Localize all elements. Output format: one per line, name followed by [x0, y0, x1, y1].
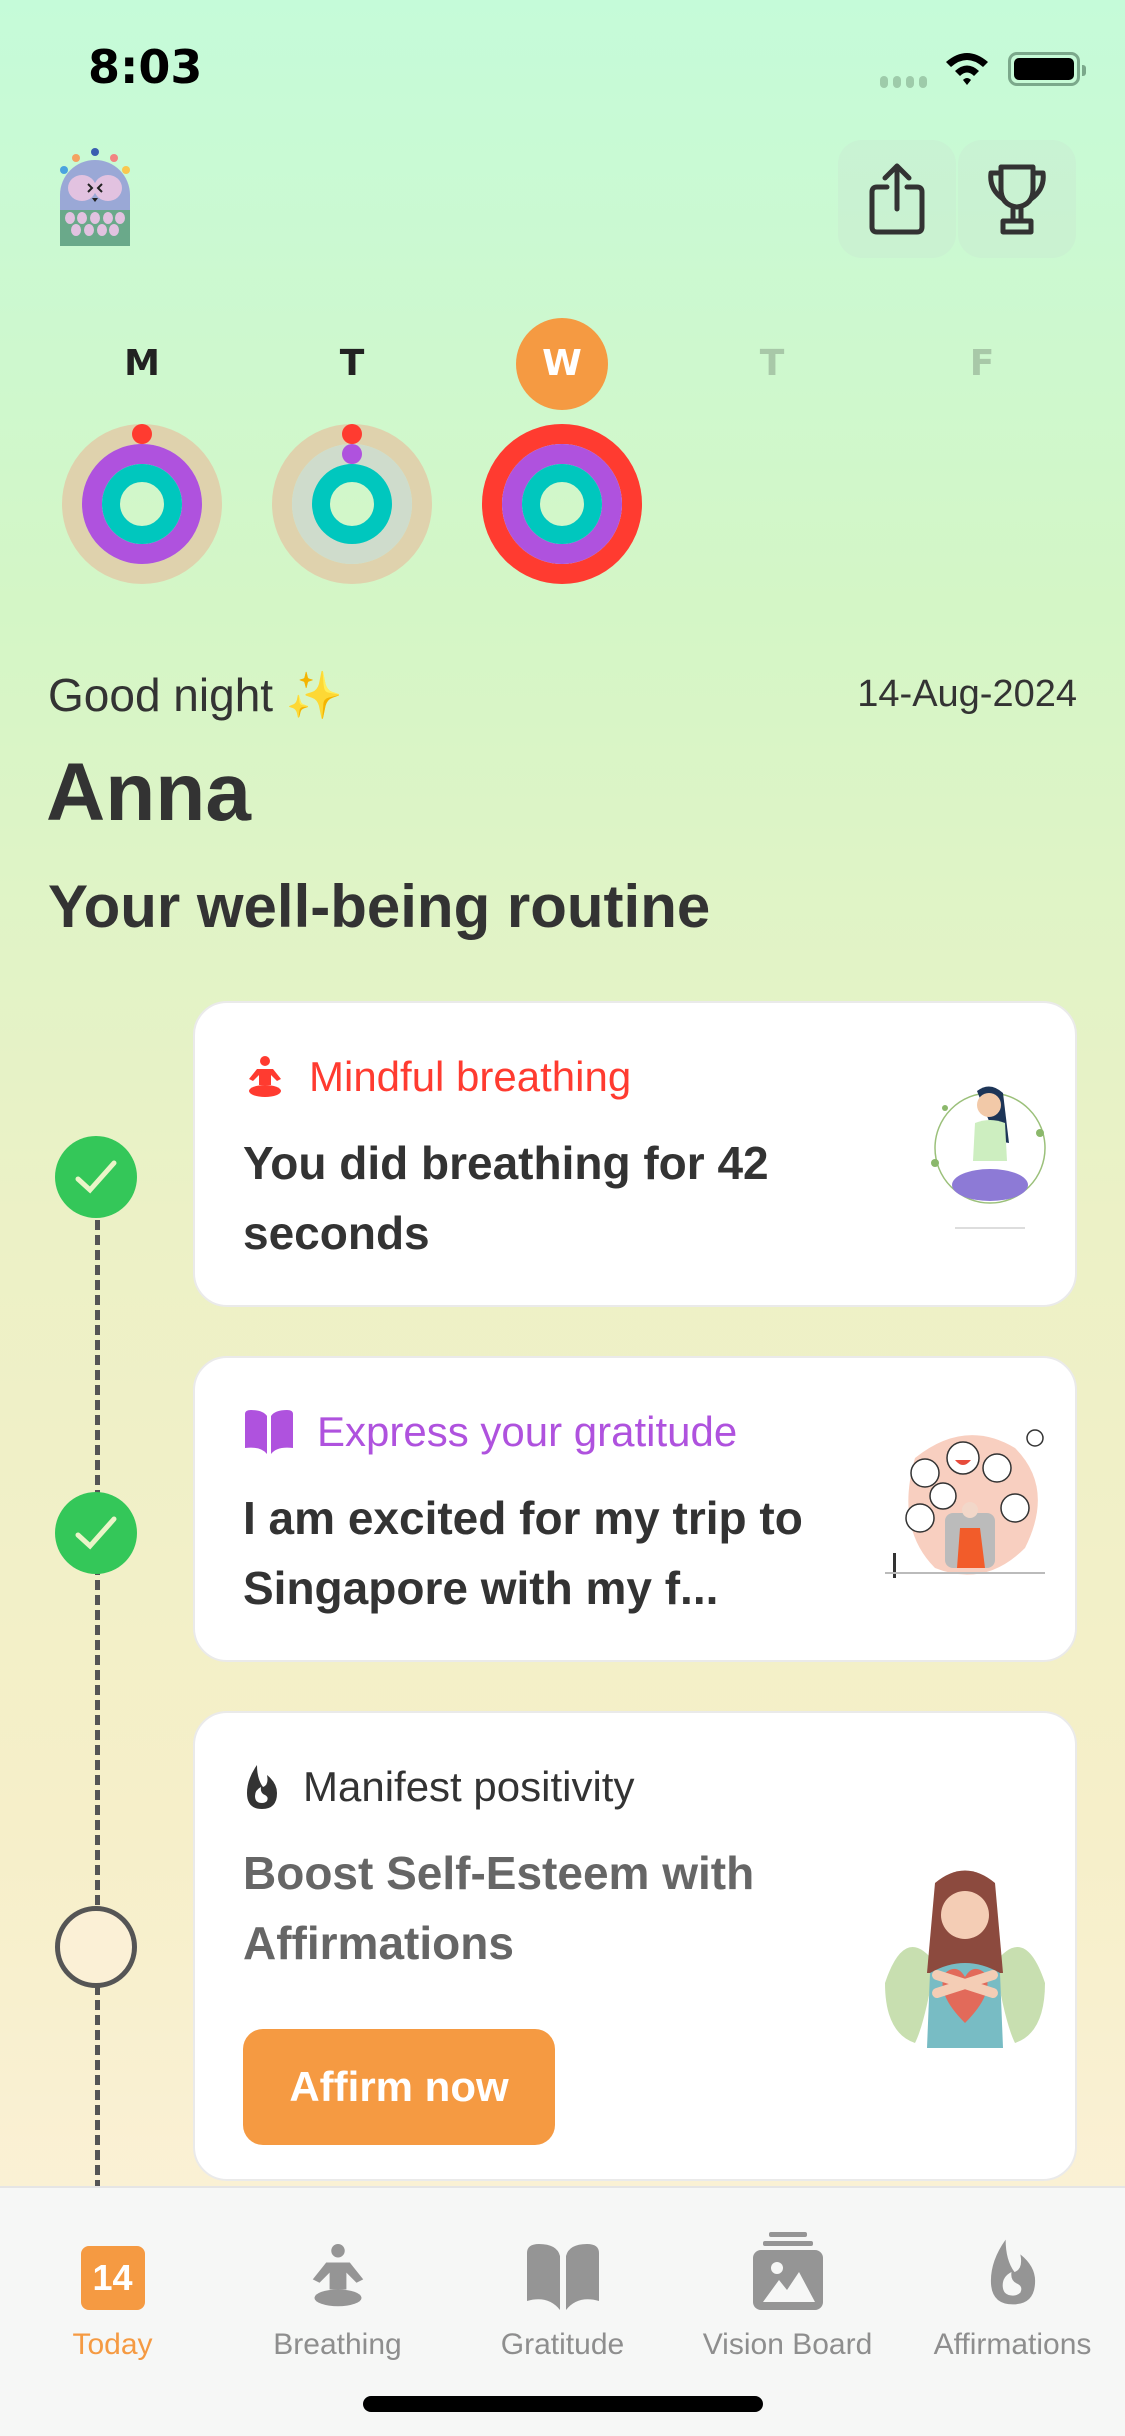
- day-label: W: [516, 318, 608, 410]
- trophy-button[interactable]: [958, 140, 1076, 258]
- calendar-today-icon: 14: [80, 2246, 145, 2310]
- day-column[interactable]: T: [692, 318, 852, 410]
- card-body: Boost Self-Esteem with Affirmations: [243, 1847, 755, 1969]
- outer-ring-start-dot: [342, 424, 362, 444]
- status-check-icon: [55, 1136, 137, 1218]
- meditation-icon: [312, 2244, 363, 2307]
- tab-label: Vision Board: [702, 2328, 873, 2361]
- cellular-signal-icon: [880, 76, 927, 88]
- tab-label: Breathing: [273, 2328, 402, 2361]
- user-name: Anna: [46, 747, 251, 838]
- inner-ring: [522, 464, 602, 544]
- affirm-now-button[interactable]: Affirm now: [243, 2029, 555, 2145]
- day-column[interactable]: T: [272, 318, 432, 584]
- tab-vision-board[interactable]: Vision Board: [675, 2210, 900, 2362]
- week-progress: MTWTF: [0, 318, 1125, 598]
- emoji-woman-illustration: [885, 1429, 1045, 1578]
- trophy-icon: [988, 164, 1046, 235]
- self-love-illustration: [885, 1870, 1045, 2048]
- routine-card-affirmations[interactable]: Manifest positivity Boost Self-Esteem wi…: [193, 1711, 1077, 2181]
- status-bar: 8:03: [0, 0, 1125, 130]
- outer-ring-start-dot: [132, 424, 152, 444]
- activity-rings: [62, 424, 222, 584]
- day-label: T: [339, 343, 365, 384]
- day-column[interactable]: W: [482, 318, 642, 584]
- day-column[interactable]: F: [902, 318, 1062, 410]
- middle-ring-start-dot: [342, 444, 362, 464]
- day-label: F: [969, 343, 995, 384]
- date-label: 14-Aug-2024: [857, 673, 1077, 715]
- book-icon: [526, 2244, 599, 2310]
- tab-affirmations[interactable]: Affirmations: [900, 2210, 1125, 2362]
- status-pending-icon: [55, 1906, 137, 1988]
- home-indicator[interactable]: [363, 2396, 763, 2412]
- tab-gratitude[interactable]: Gratitude: [450, 2210, 675, 2362]
- day-label: M: [124, 343, 160, 384]
- tab-breathing[interactable]: Breathing: [225, 2210, 450, 2362]
- activity-rings: [482, 424, 642, 584]
- flame-icon: [247, 1765, 277, 1809]
- card-title: Manifest positivity: [303, 1763, 635, 1810]
- day-label: T: [759, 343, 785, 384]
- tab-label: Today: [72, 2328, 153, 2361]
- inner-ring: [102, 464, 182, 544]
- card-title: Express your gratitude: [317, 1408, 738, 1455]
- routine-card-breathing[interactable]: Mindful breathing You did breathing for …: [193, 1001, 1077, 1307]
- owl-avatar[interactable]: [52, 148, 138, 248]
- timeline-line: [95, 1220, 100, 2190]
- inner-ring: [312, 464, 392, 544]
- card-title: Mindful breathing: [309, 1053, 632, 1100]
- status-time: 8:03: [88, 40, 203, 94]
- card-body: I am excited for my trip to Singapore wi…: [243, 1492, 803, 1614]
- activity-rings: [272, 424, 432, 584]
- book-icon: [245, 1410, 293, 1454]
- flame-icon: [990, 2239, 1035, 2305]
- photo-stack-icon: [752, 2232, 823, 2310]
- share-button[interactable]: [838, 140, 956, 258]
- tab-label: Gratitude: [500, 2328, 625, 2361]
- routine-card-gratitude[interactable]: Express your gratitude I am excited for …: [193, 1356, 1077, 1662]
- routine-title: Your well-being routine: [48, 873, 711, 940]
- wifi-icon: [946, 53, 988, 85]
- battery-icon: [1008, 52, 1086, 86]
- day-column[interactable]: M: [62, 318, 222, 584]
- meditation-icon: [249, 1056, 281, 1097]
- greeting: Good night ✨: [48, 669, 344, 721]
- tab-today[interactable]: 14 Today: [0, 2210, 225, 2362]
- tab-label: Affirmations: [933, 2328, 1092, 2361]
- card-body: You did breathing for 42 seconds: [243, 1137, 769, 1259]
- status-check-icon: [55, 1492, 137, 1574]
- meditating-woman-illustration: [931, 1086, 1046, 1229]
- share-icon: [869, 163, 925, 235]
